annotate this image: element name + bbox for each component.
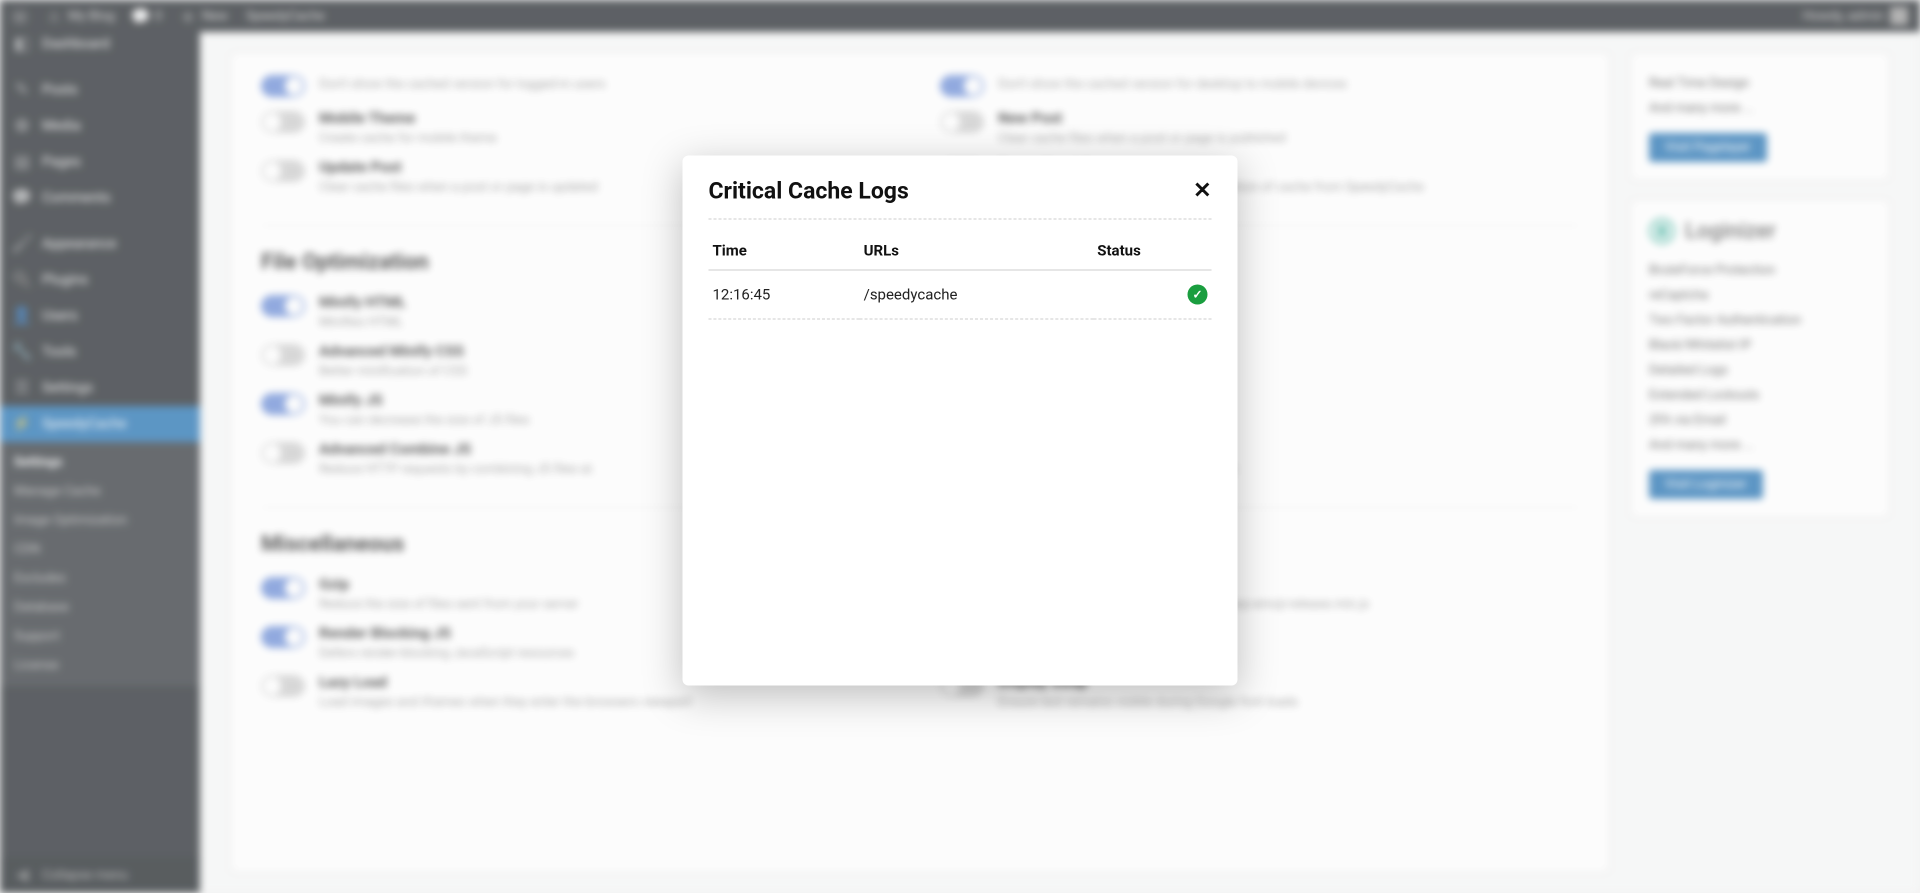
logs-table: Time URLs Status 12:16:45/speedycache ✓: [709, 231, 1212, 319]
table-row: 12:16:45/speedycache ✓: [709, 270, 1212, 319]
col-status: Status: [1093, 231, 1211, 270]
col-time: Time: [709, 231, 860, 270]
cell-url: /speedycache: [860, 270, 1094, 319]
critical-cache-logs-modal: Critical Cache Logs ✕ Time URLs Status 1…: [683, 155, 1238, 685]
close-icon[interactable]: ✕: [1193, 178, 1211, 203]
modal-title: Critical Cache Logs: [709, 177, 909, 204]
col-urls: URLs: [860, 231, 1094, 270]
cell-status: ✓: [1093, 270, 1211, 319]
cell-time: 12:16:45: [709, 270, 860, 319]
check-icon: ✓: [1188, 284, 1208, 304]
